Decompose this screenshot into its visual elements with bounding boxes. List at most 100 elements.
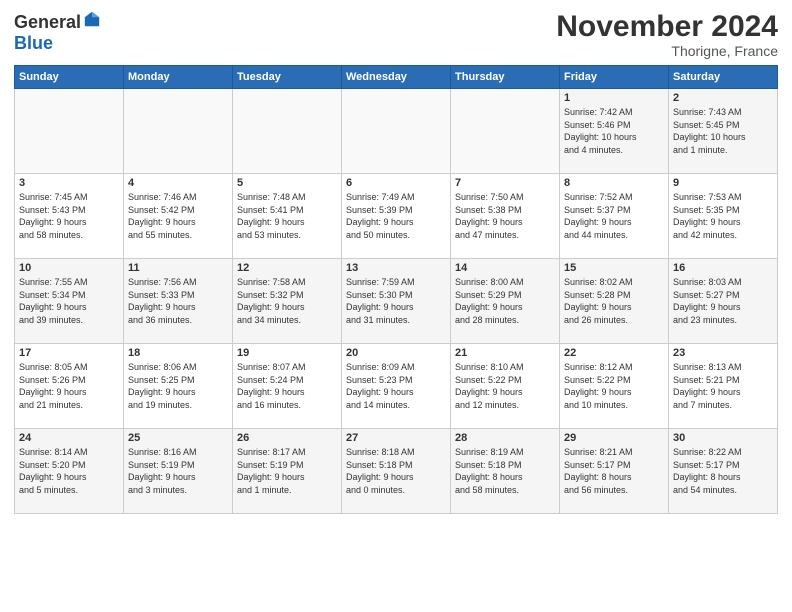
day-number: 18: [128, 347, 228, 359]
calendar-cell: 16 Sunrise: 8:03 AM Sunset: 5:27 PM Dayli…: [669, 259, 778, 344]
day-info: Sunrise: 8:13 AM Sunset: 5:21 PM Dayligh…: [673, 361, 773, 411]
day-info: Sunrise: 7:58 AM Sunset: 5:32 PM Dayligh…: [237, 276, 337, 326]
day-number: 21: [455, 347, 555, 359]
calendar-cell: 24 Sunrise: 8:14 AM Sunset: 5:20 PM Dayli…: [15, 429, 124, 514]
calendar-cell: 23 Sunrise: 8:13 AM Sunset: 5:21 PM Dayli…: [669, 344, 778, 429]
day-number: 4: [128, 177, 228, 189]
day-number: 5: [237, 177, 337, 189]
calendar-cell: 9Sunrise: 7:53 AM Sunset: 5:35 PM Daylig…: [669, 174, 778, 259]
calendar-cell: [342, 89, 451, 174]
header: General Blue November 2024 Thorigne, Fra…: [14, 10, 778, 59]
weekday-header: Sunday: [15, 66, 124, 89]
calendar-cell: 10 Sunrise: 7:55 AM Sunset: 5:34 PM Dayli…: [15, 259, 124, 344]
calendar-cell: 2 Sunrise: 7:43 AM Sunset: 5:45 PM Daylig…: [669, 89, 778, 174]
day-number: 11: [128, 262, 228, 274]
calendar-week-row: 10 Sunrise: 7:55 AM Sunset: 5:34 PM Dayli…: [15, 259, 778, 344]
day-number: 23: [673, 347, 773, 359]
day-info: Sunrise: 8:00 AM Sunset: 5:29 PM Dayligh…: [455, 276, 555, 326]
day-info: Sunrise: 7:42 AM Sunset: 5:46 PM Dayligh…: [564, 106, 664, 156]
day-info: Sunrise: 8:05 AM Sunset: 5:26 PM Dayligh…: [19, 361, 119, 411]
day-info: Sunrise: 8:02 AM Sunset: 5:28 PM Dayligh…: [564, 276, 664, 326]
day-number: 6: [346, 177, 446, 189]
day-info: Sunrise: 8:16 AM Sunset: 5:19 PM Dayligh…: [128, 446, 228, 496]
calendar-cell: 11Sunrise: 7:56 AM Sunset: 5:33 PM Dayli…: [124, 259, 233, 344]
day-number: 17: [19, 347, 119, 359]
day-number: 29: [564, 432, 664, 444]
calendar-cell: 22Sunrise: 8:12 AM Sunset: 5:22 PM Dayli…: [560, 344, 669, 429]
day-number: 19: [237, 347, 337, 359]
day-info: Sunrise: 7:55 AM Sunset: 5:34 PM Dayligh…: [19, 276, 119, 326]
location-title: Thorigne, France: [556, 43, 778, 59]
calendar-cell: 14 Sunrise: 8:00 AM Sunset: 5:29 PM Dayli…: [451, 259, 560, 344]
calendar-cell: 17 Sunrise: 8:05 AM Sunset: 5:26 PM Dayli…: [15, 344, 124, 429]
day-info: Sunrise: 8:09 AM Sunset: 5:23 PM Dayligh…: [346, 361, 446, 411]
day-number: 8: [564, 177, 664, 189]
day-info: Sunrise: 7:48 AM Sunset: 5:41 PM Dayligh…: [237, 191, 337, 241]
calendar: SundayMondayTuesdayWednesdayThursdayFrid…: [14, 65, 778, 514]
day-info: Sunrise: 8:22 AM Sunset: 5:17 PM Dayligh…: [673, 446, 773, 496]
day-number: 1: [564, 92, 664, 104]
calendar-cell: 29 Sunrise: 8:21 AM Sunset: 5:17 PM Dayli…: [560, 429, 669, 514]
calendar-cell: 13Sunrise: 7:59 AM Sunset: 5:30 PM Dayli…: [342, 259, 451, 344]
day-number: 2: [673, 92, 773, 104]
weekday-header: Monday: [124, 66, 233, 89]
calendar-body: 1 Sunrise: 7:42 AM Sunset: 5:46 PM Daylig…: [15, 89, 778, 514]
day-info: Sunrise: 7:53 AM Sunset: 5:35 PM Dayligh…: [673, 191, 773, 241]
calendar-cell: [15, 89, 124, 174]
day-number: 7: [455, 177, 555, 189]
day-info: Sunrise: 8:03 AM Sunset: 5:27 PM Dayligh…: [673, 276, 773, 326]
calendar-cell: 1 Sunrise: 7:42 AM Sunset: 5:46 PM Daylig…: [560, 89, 669, 174]
month-title: November 2024: [556, 10, 778, 43]
calendar-cell: 27 Sunrise: 8:18 AM Sunset: 5:18 PM Dayli…: [342, 429, 451, 514]
day-number: 15: [564, 262, 664, 274]
calendar-cell: 4 Sunrise: 7:46 AM Sunset: 5:42 PM Daylig…: [124, 174, 233, 259]
day-number: 20: [346, 347, 446, 359]
logo: General Blue: [14, 10, 101, 54]
day-info: Sunrise: 7:46 AM Sunset: 5:42 PM Dayligh…: [128, 191, 228, 241]
day-info: Sunrise: 8:19 AM Sunset: 5:18 PM Dayligh…: [455, 446, 555, 496]
calendar-cell: 25 Sunrise: 8:16 AM Sunset: 5:19 PM Dayli…: [124, 429, 233, 514]
day-info: Sunrise: 8:06 AM Sunset: 5:25 PM Dayligh…: [128, 361, 228, 411]
logo-general: General: [14, 12, 81, 32]
calendar-week-row: 17 Sunrise: 8:05 AM Sunset: 5:26 PM Dayli…: [15, 344, 778, 429]
day-info: Sunrise: 7:49 AM Sunset: 5:39 PM Dayligh…: [346, 191, 446, 241]
day-number: 26: [237, 432, 337, 444]
day-info: Sunrise: 8:14 AM Sunset: 5:20 PM Dayligh…: [19, 446, 119, 496]
day-number: 30: [673, 432, 773, 444]
day-info: Sunrise: 8:10 AM Sunset: 5:22 PM Dayligh…: [455, 361, 555, 411]
calendar-cell: 15 Sunrise: 8:02 AM Sunset: 5:28 PM Dayli…: [560, 259, 669, 344]
calendar-cell: 3Sunrise: 7:45 AM Sunset: 5:43 PM Daylig…: [15, 174, 124, 259]
day-info: Sunrise: 8:21 AM Sunset: 5:17 PM Dayligh…: [564, 446, 664, 496]
day-info: Sunrise: 7:50 AM Sunset: 5:38 PM Dayligh…: [455, 191, 555, 241]
day-number: 27: [346, 432, 446, 444]
calendar-cell: 26Sunrise: 8:17 AM Sunset: 5:19 PM Dayli…: [233, 429, 342, 514]
calendar-cell: [451, 89, 560, 174]
calendar-cell: 20 Sunrise: 8:09 AM Sunset: 5:23 PM Dayli…: [342, 344, 451, 429]
day-number: 24: [19, 432, 119, 444]
calendar-cell: 28 Sunrise: 8:19 AM Sunset: 5:18 PM Dayli…: [451, 429, 560, 514]
day-number: 16: [673, 262, 773, 274]
page: General Blue November 2024 Thorigne, Fra…: [0, 0, 792, 612]
day-info: Sunrise: 8:07 AM Sunset: 5:24 PM Dayligh…: [237, 361, 337, 411]
weekday-header: Tuesday: [233, 66, 342, 89]
day-info: Sunrise: 7:59 AM Sunset: 5:30 PM Dayligh…: [346, 276, 446, 326]
logo-blue: Blue: [14, 33, 53, 53]
day-number: 25: [128, 432, 228, 444]
calendar-cell: 5 Sunrise: 7:48 AM Sunset: 5:41 PM Daylig…: [233, 174, 342, 259]
weekday-header: Thursday: [451, 66, 560, 89]
calendar-cell: 8Sunrise: 7:52 AM Sunset: 5:37 PM Daylig…: [560, 174, 669, 259]
calendar-week-row: 3Sunrise: 7:45 AM Sunset: 5:43 PM Daylig…: [15, 174, 778, 259]
calendar-cell: [233, 89, 342, 174]
title-block: November 2024 Thorigne, France: [556, 10, 778, 59]
weekday-header: Wednesday: [342, 66, 451, 89]
day-info: Sunrise: 7:43 AM Sunset: 5:45 PM Dayligh…: [673, 106, 773, 156]
day-number: 28: [455, 432, 555, 444]
weekday-header: Friday: [560, 66, 669, 89]
weekday-header-row: SundayMondayTuesdayWednesdayThursdayFrid…: [15, 66, 778, 89]
day-info: Sunrise: 8:18 AM Sunset: 5:18 PM Dayligh…: [346, 446, 446, 496]
day-number: 10: [19, 262, 119, 274]
calendar-cell: 21 Sunrise: 8:10 AM Sunset: 5:22 PM Dayli…: [451, 344, 560, 429]
day-number: 22: [564, 347, 664, 359]
day-number: 14: [455, 262, 555, 274]
weekday-header: Saturday: [669, 66, 778, 89]
